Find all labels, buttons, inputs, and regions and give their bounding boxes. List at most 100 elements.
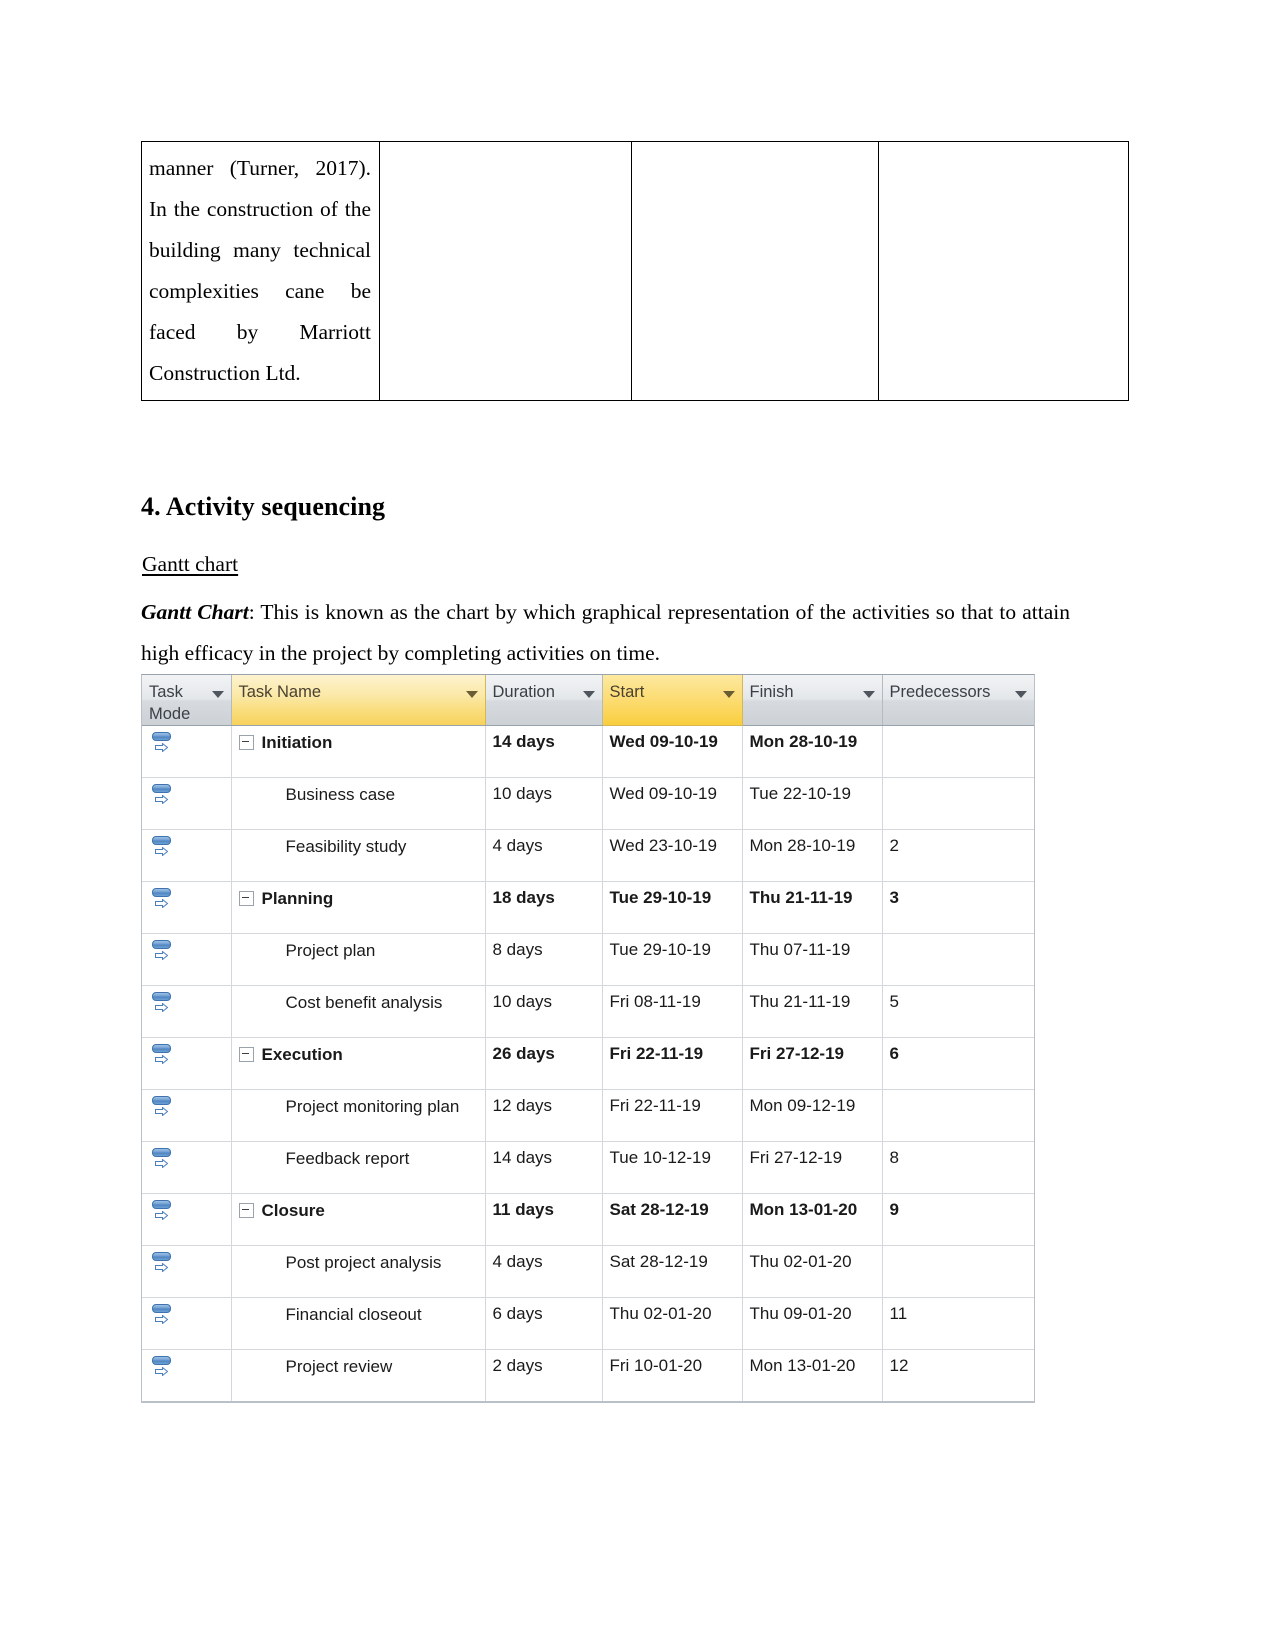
task-mode-cell[interactable] bbox=[142, 1245, 232, 1298]
duration-cell[interactable]: 26 days bbox=[485, 1037, 603, 1090]
predecessors-cell[interactable] bbox=[882, 777, 1034, 830]
start-date-cell[interactable]: Fri 10-01-20 bbox=[602, 1349, 743, 1402]
task-name-cell[interactable]: Financial closeout bbox=[231, 1297, 486, 1350]
task-name-cell[interactable]: Project plan bbox=[231, 933, 486, 986]
gantt-row[interactable]: Planning 18 days Tue 29-10-19 Thu 21-11-19 3 bbox=[142, 881, 1034, 934]
task-name-cell[interactable]: Planning bbox=[231, 881, 486, 934]
auto-schedule-icon[interactable] bbox=[151, 1251, 177, 1277]
auto-schedule-icon[interactable] bbox=[151, 835, 177, 861]
duration-cell[interactable]: 14 days bbox=[485, 1141, 603, 1194]
auto-schedule-icon[interactable] bbox=[151, 731, 177, 757]
column-header-start[interactable]: Start bbox=[602, 675, 743, 726]
predecessors-cell[interactable]: 6 bbox=[882, 1037, 1034, 1090]
column-header-finish[interactable]: Finish bbox=[742, 675, 883, 726]
duration-cell[interactable]: 4 days bbox=[485, 829, 603, 882]
duration-cell[interactable]: 11 days bbox=[485, 1193, 603, 1246]
predecessors-cell[interactable] bbox=[882, 1089, 1034, 1142]
task-name-cell[interactable]: Business case bbox=[231, 777, 486, 830]
gantt-row[interactable]: Feedback report 14 days Tue 10-12-19 Fri 27… bbox=[142, 1141, 1034, 1194]
auto-schedule-icon[interactable] bbox=[151, 1303, 177, 1329]
duration-cell[interactable]: 10 days bbox=[485, 777, 603, 830]
auto-schedule-icon[interactable] bbox=[151, 939, 177, 965]
chevron-down-icon[interactable] bbox=[582, 691, 595, 698]
task-mode-cell[interactable] bbox=[142, 1297, 232, 1350]
gantt-row[interactable]: Project monitoring plan 12 days Fri 22-11-… bbox=[142, 1089, 1034, 1142]
auto-schedule-icon[interactable] bbox=[151, 1355, 177, 1381]
predecessors-cell[interactable]: 3 bbox=[882, 881, 1034, 934]
finish-date-cell[interactable]: Mon 13-01-20 bbox=[742, 1349, 883, 1402]
auto-schedule-icon[interactable] bbox=[151, 991, 177, 1017]
task-mode-cell[interactable] bbox=[142, 1037, 232, 1090]
auto-schedule-icon[interactable] bbox=[151, 1043, 177, 1069]
task-mode-cell[interactable] bbox=[142, 777, 232, 830]
gantt-row[interactable]: Initiation 14 days Wed 09-10-19 Mon 28-10-1… bbox=[142, 725, 1034, 778]
gantt-row[interactable]: Project review 2 days Fri 10-01-20 Mon 13-0… bbox=[142, 1349, 1034, 1402]
predecessors-cell[interactable]: 12 bbox=[882, 1349, 1034, 1402]
duration-cell[interactable]: 14 days bbox=[485, 725, 603, 778]
start-date-cell[interactable]: Wed 23-10-19 bbox=[602, 829, 743, 882]
column-header-task-mode[interactable]: Task Mode bbox=[142, 675, 232, 726]
finish-date-cell[interactable]: Thu 21-11-19 bbox=[742, 985, 883, 1038]
chevron-down-icon[interactable] bbox=[211, 691, 224, 698]
gantt-row[interactable]: Project plan 8 days Tue 29-10-19 Thu 07-11-… bbox=[142, 933, 1034, 986]
finish-date-cell[interactable]: Mon 13-01-20 bbox=[742, 1193, 883, 1246]
start-date-cell[interactable]: Wed 09-10-19 bbox=[602, 777, 743, 830]
gantt-row[interactable]: Post project analysis 4 days Sat 28-12-19 T… bbox=[142, 1245, 1034, 1298]
task-name-cell[interactable]: Project review bbox=[231, 1349, 486, 1402]
task-name-cell[interactable]: Closure bbox=[231, 1193, 486, 1246]
finish-date-cell[interactable]: Fri 27-12-19 bbox=[742, 1037, 883, 1090]
start-date-cell[interactable]: Wed 09-10-19 bbox=[602, 725, 743, 778]
auto-schedule-icon[interactable] bbox=[151, 887, 177, 913]
gantt-row[interactable]: Closure 11 days Sat 28-12-19 Mon 13-01-20 9 bbox=[142, 1193, 1034, 1246]
start-date-cell[interactable]: Tue 29-10-19 bbox=[602, 933, 743, 986]
start-date-cell[interactable]: Tue 29-10-19 bbox=[602, 881, 743, 934]
predecessors-cell[interactable]: 5 bbox=[882, 985, 1034, 1038]
auto-schedule-icon[interactable] bbox=[151, 1095, 177, 1121]
chevron-down-icon[interactable] bbox=[722, 691, 735, 698]
duration-cell[interactable]: 10 days bbox=[485, 985, 603, 1038]
task-name-cell[interactable]: Cost benefit analysis bbox=[231, 985, 486, 1038]
start-date-cell[interactable]: Tue 10-12-19 bbox=[602, 1141, 743, 1194]
gantt-row[interactable]: Business case 10 days Wed 09-10-19 Tue 22-1… bbox=[142, 777, 1034, 830]
collapse-minus-icon[interactable] bbox=[238, 1203, 254, 1218]
predecessors-cell[interactable]: 11 bbox=[882, 1297, 1034, 1350]
duration-cell[interactable]: 12 days bbox=[485, 1089, 603, 1142]
start-date-cell[interactable]: Fri 08-11-19 bbox=[602, 985, 743, 1038]
predecessors-cell[interactable] bbox=[882, 933, 1034, 986]
task-mode-cell[interactable] bbox=[142, 933, 232, 986]
finish-date-cell[interactable]: Thu 07-11-19 bbox=[742, 933, 883, 986]
task-name-cell[interactable]: Execution bbox=[231, 1037, 486, 1090]
start-date-cell[interactable]: Fri 22-11-19 bbox=[602, 1037, 743, 1090]
finish-date-cell[interactable]: Thu 21-11-19 bbox=[742, 881, 883, 934]
start-date-cell[interactable]: Fri 22-11-19 bbox=[602, 1089, 743, 1142]
chevron-down-icon[interactable] bbox=[465, 691, 478, 698]
collapse-minus-icon[interactable] bbox=[238, 1047, 254, 1062]
task-name-cell[interactable]: Feasibility study bbox=[231, 829, 486, 882]
duration-cell[interactable]: 4 days bbox=[485, 1245, 603, 1298]
task-name-cell[interactable]: Initiation bbox=[231, 725, 486, 778]
chevron-down-icon[interactable] bbox=[1015, 691, 1027, 698]
predecessors-cell[interactable]: 2 bbox=[882, 829, 1034, 882]
finish-date-cell[interactable]: Thu 02-01-20 bbox=[742, 1245, 883, 1298]
predecessors-cell[interactable]: 9 bbox=[882, 1193, 1034, 1246]
task-mode-cell[interactable] bbox=[142, 1349, 232, 1402]
finish-date-cell[interactable]: Thu 09-01-20 bbox=[742, 1297, 883, 1350]
finish-date-cell[interactable]: Mon 28-10-19 bbox=[742, 725, 883, 778]
task-mode-cell[interactable] bbox=[142, 829, 232, 882]
task-mode-cell[interactable] bbox=[142, 881, 232, 934]
start-date-cell[interactable]: Thu 02-01-20 bbox=[602, 1297, 743, 1350]
duration-cell[interactable]: 6 days bbox=[485, 1297, 603, 1350]
auto-schedule-icon[interactable] bbox=[151, 1147, 177, 1173]
gantt-row[interactable]: Feasibility study 4 days Wed 23-10-19 Mon 2… bbox=[142, 829, 1034, 882]
column-header-duration[interactable]: Duration bbox=[485, 675, 603, 726]
column-header-task-name[interactable]: Task Name bbox=[231, 675, 486, 726]
gantt-row[interactable]: Financial closeout 6 days Thu 02-01-20 Thu … bbox=[142, 1297, 1034, 1350]
finish-date-cell[interactable]: Mon 28-10-19 bbox=[742, 829, 883, 882]
column-header-predecessors[interactable]: Predecessors bbox=[882, 675, 1034, 726]
auto-schedule-icon[interactable] bbox=[151, 783, 177, 809]
finish-date-cell[interactable]: Tue 22-10-19 bbox=[742, 777, 883, 830]
task-mode-cell[interactable] bbox=[142, 725, 232, 778]
gantt-row[interactable]: Execution 26 days Fri 22-11-19 Fri 27-12-19… bbox=[142, 1037, 1034, 1090]
task-mode-cell[interactable] bbox=[142, 1089, 232, 1142]
task-mode-cell[interactable] bbox=[142, 1141, 232, 1194]
